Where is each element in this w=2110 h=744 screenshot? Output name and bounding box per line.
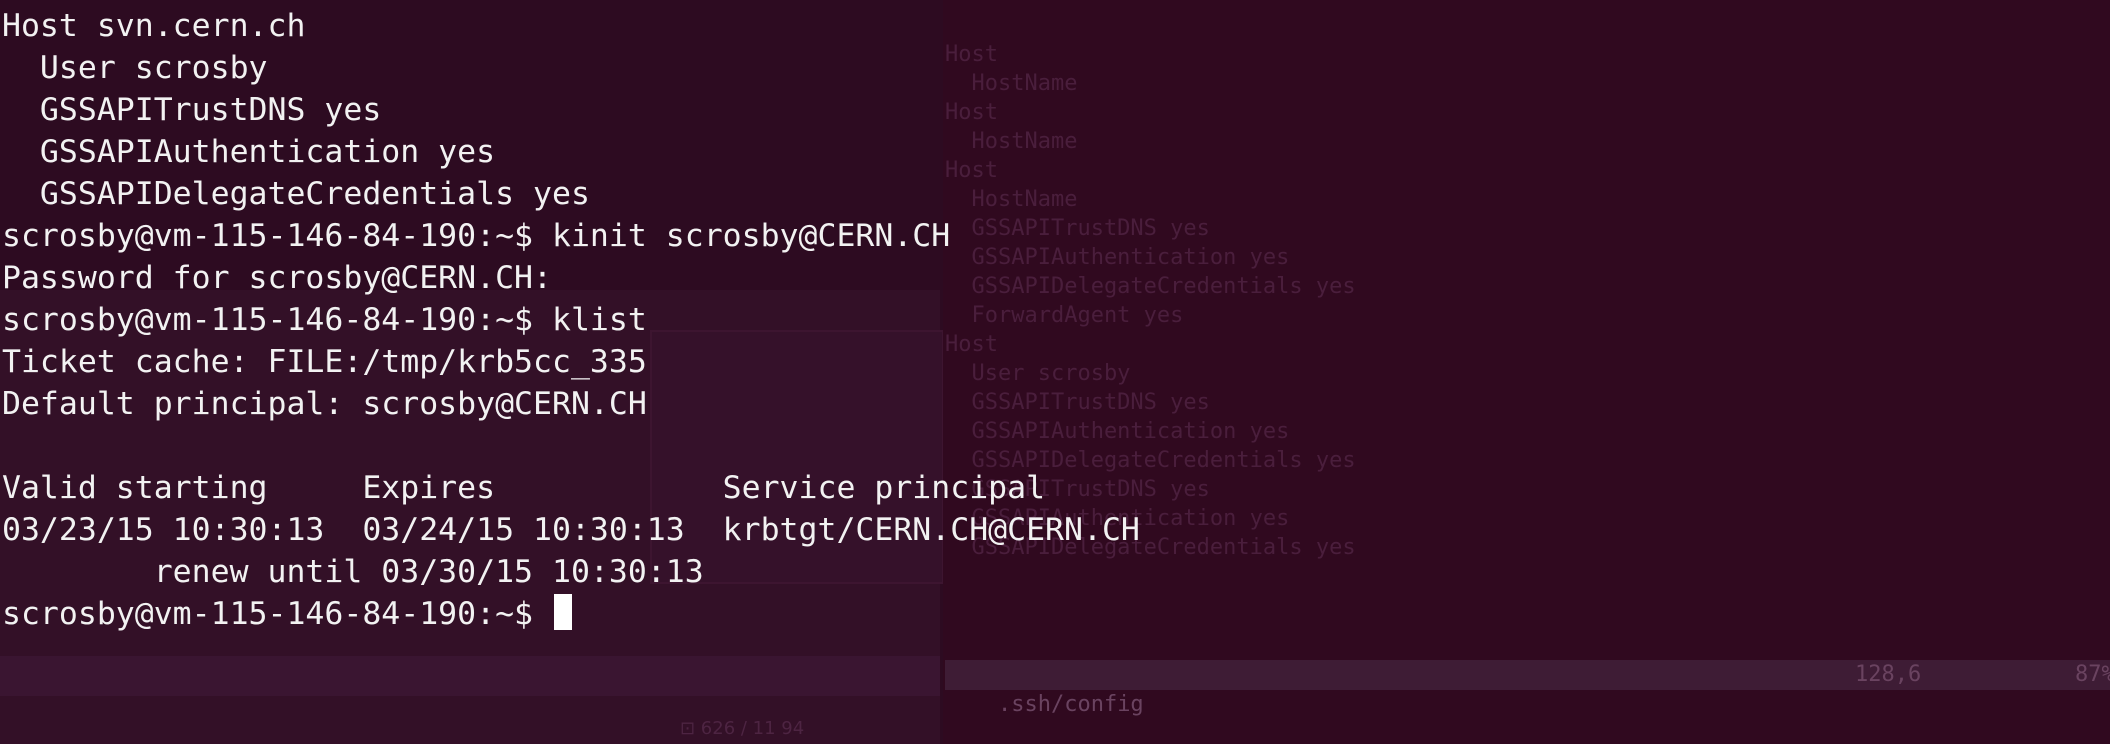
terminal-line: scrosby@vm-115-146-84-190:~$ kinit scros…	[2, 218, 951, 254]
terminal-line: 03/23/15 10:30:13 03/24/15 10:30:13 krbt…	[2, 512, 1140, 548]
terminal-line: Default principal: scrosby@CERN.CH	[2, 386, 647, 422]
terminal-prompt-line[interactable]: scrosby@vm-115-146-84-190:~$	[2, 593, 572, 635]
terminal-line: Password for scrosby@CERN.CH:	[2, 260, 552, 296]
terminal-line: Valid starting Expires Service principal	[2, 470, 1046, 506]
terminal-window[interactable]: Host svn.cern.ch User scrosby GSSAPITrus…	[0, 0, 2110, 744]
terminal-line: Ticket cache: FILE:/tmp/krb5cc_335	[2, 344, 647, 380]
terminal-line: scrosby@vm-115-146-84-190:~$ klist	[2, 302, 647, 338]
terminal-line: GSSAPITrustDNS yes	[2, 92, 382, 128]
terminal-line: renew until 03/30/15 10:30:13	[2, 554, 704, 590]
terminal-line: User scrosby	[2, 50, 268, 86]
terminal-line: GSSAPIAuthentication yes	[2, 134, 496, 170]
desktop-screen: Host HostName Host HostName Host HostName …	[0, 0, 2110, 744]
terminal-prompt: scrosby@vm-115-146-84-190:~$	[2, 596, 552, 632]
terminal-line: Host svn.cern.ch	[2, 8, 306, 44]
terminal-cursor[interactable]	[553, 594, 572, 630]
terminal-line: GSSAPIDelegateCredentials yes	[2, 176, 590, 212]
